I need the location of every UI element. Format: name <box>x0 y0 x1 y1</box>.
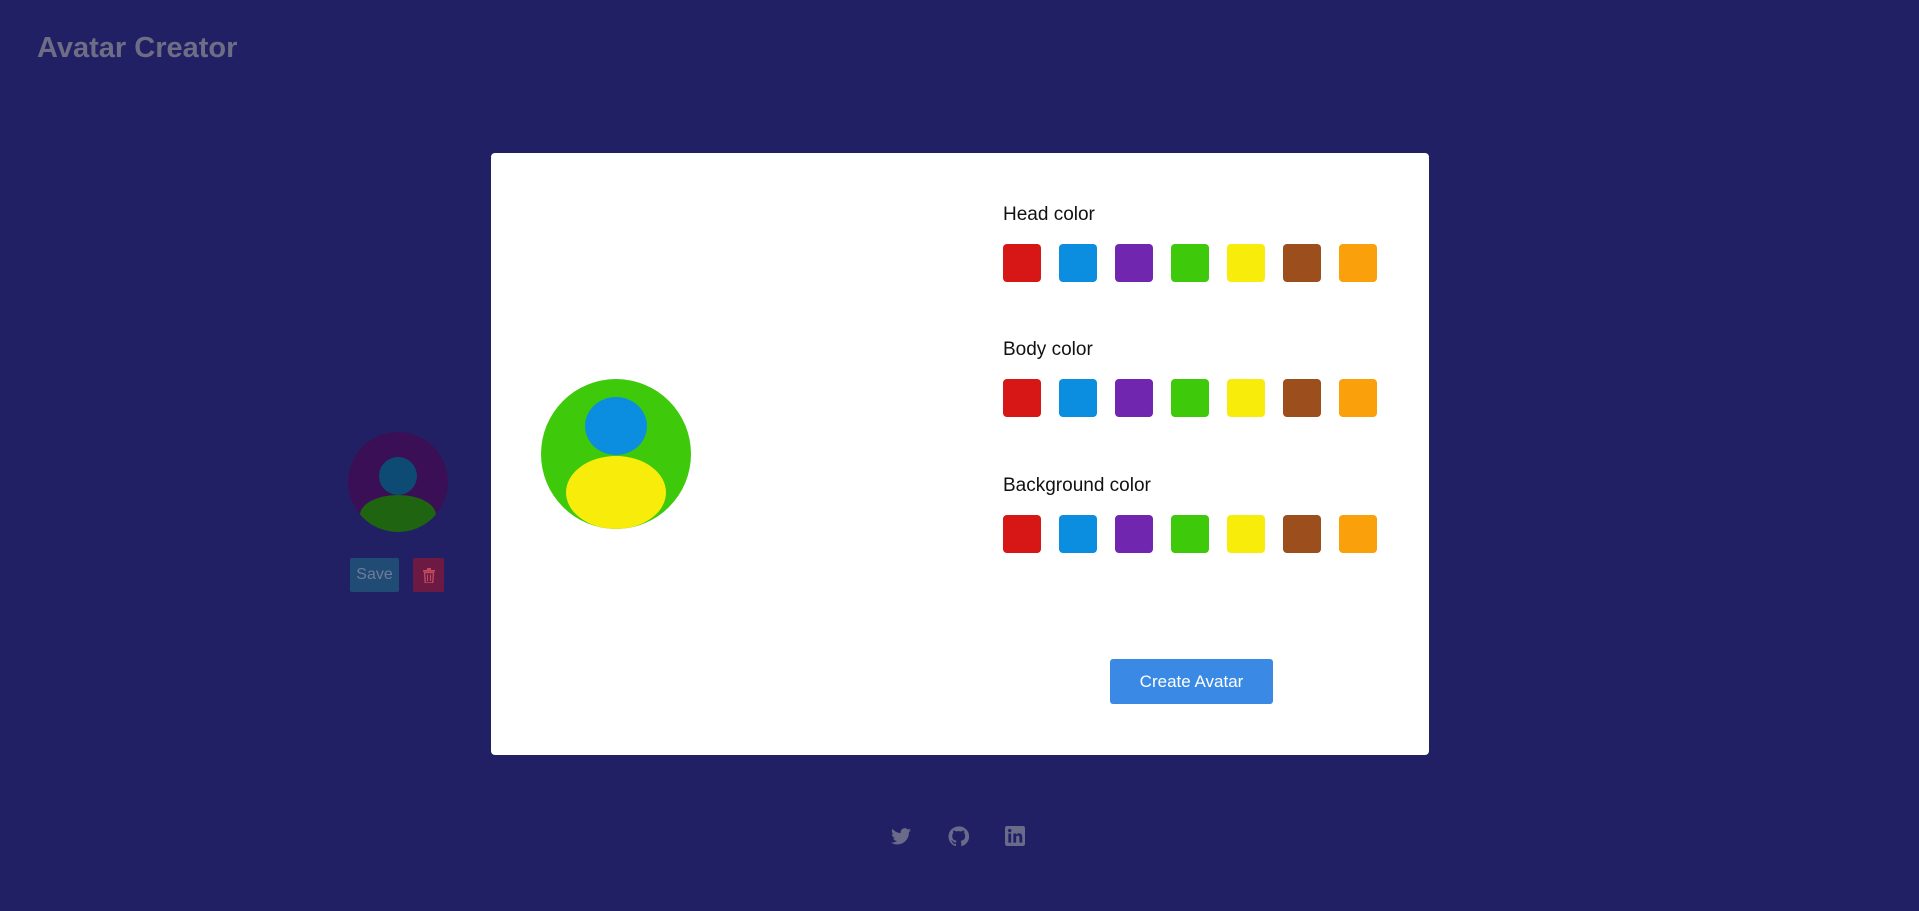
body-swatch-green[interactable] <box>1171 379 1209 417</box>
head-color-label: Head color <box>1003 204 1095 225</box>
head-swatch-yellow[interactable] <box>1227 244 1265 282</box>
body-color-label: Body color <box>1003 339 1093 360</box>
body-swatch-brown[interactable] <box>1283 379 1321 417</box>
social-links <box>890 825 1026 847</box>
body-swatch-orange[interactable] <box>1339 379 1377 417</box>
background-color-label: Background color <box>1003 475 1151 496</box>
body-swatch-red[interactable] <box>1003 379 1041 417</box>
background-swatch-yellow[interactable] <box>1227 515 1265 553</box>
app-title: Avatar Creator <box>37 32 238 64</box>
background-swatch-brown[interactable] <box>1283 515 1321 553</box>
twitter-icon[interactable] <box>890 825 912 847</box>
head-swatch-purple[interactable] <box>1115 244 1153 282</box>
background-color-section: Background color <box>1003 475 1377 553</box>
linkedin-icon[interactable] <box>1004 825 1026 847</box>
background-color-swatches <box>1003 515 1377 553</box>
head-swatch-blue[interactable] <box>1059 244 1097 282</box>
body-color-section: Body color <box>1003 339 1377 417</box>
background-swatch-red[interactable] <box>1003 515 1041 553</box>
avatar-preview <box>541 379 691 529</box>
avatar-editor-modal: Head color Body color Background color C… <box>491 153 1429 755</box>
background-swatch-purple[interactable] <box>1115 515 1153 553</box>
avatar-preview-head <box>585 397 647 455</box>
saved-avatar-head <box>379 457 417 495</box>
avatar-preview-body <box>566 456 666 529</box>
body-swatch-purple[interactable] <box>1115 379 1153 417</box>
background-swatch-green[interactable] <box>1171 515 1209 553</box>
background-swatch-blue[interactable] <box>1059 515 1097 553</box>
saved-avatar-actions: Save <box>350 558 444 592</box>
body-swatch-blue[interactable] <box>1059 379 1097 417</box>
head-swatch-orange[interactable] <box>1339 244 1377 282</box>
delete-button[interactable] <box>413 558 444 592</box>
head-color-section: Head color <box>1003 204 1377 282</box>
head-swatch-green[interactable] <box>1171 244 1209 282</box>
save-button[interactable]: Save <box>350 558 399 592</box>
trash-icon <box>422 567 435 583</box>
saved-avatar-body <box>360 495 436 532</box>
head-color-swatches <box>1003 244 1377 282</box>
github-icon[interactable] <box>947 825 969 847</box>
head-swatch-brown[interactable] <box>1283 244 1321 282</box>
background-swatch-orange[interactable] <box>1339 515 1377 553</box>
create-avatar-button[interactable]: Create Avatar <box>1110 659 1273 704</box>
head-swatch-red[interactable] <box>1003 244 1041 282</box>
saved-avatar-card: Save <box>348 432 448 592</box>
saved-avatar <box>348 432 448 532</box>
body-swatch-yellow[interactable] <box>1227 379 1265 417</box>
body-color-swatches <box>1003 379 1377 417</box>
